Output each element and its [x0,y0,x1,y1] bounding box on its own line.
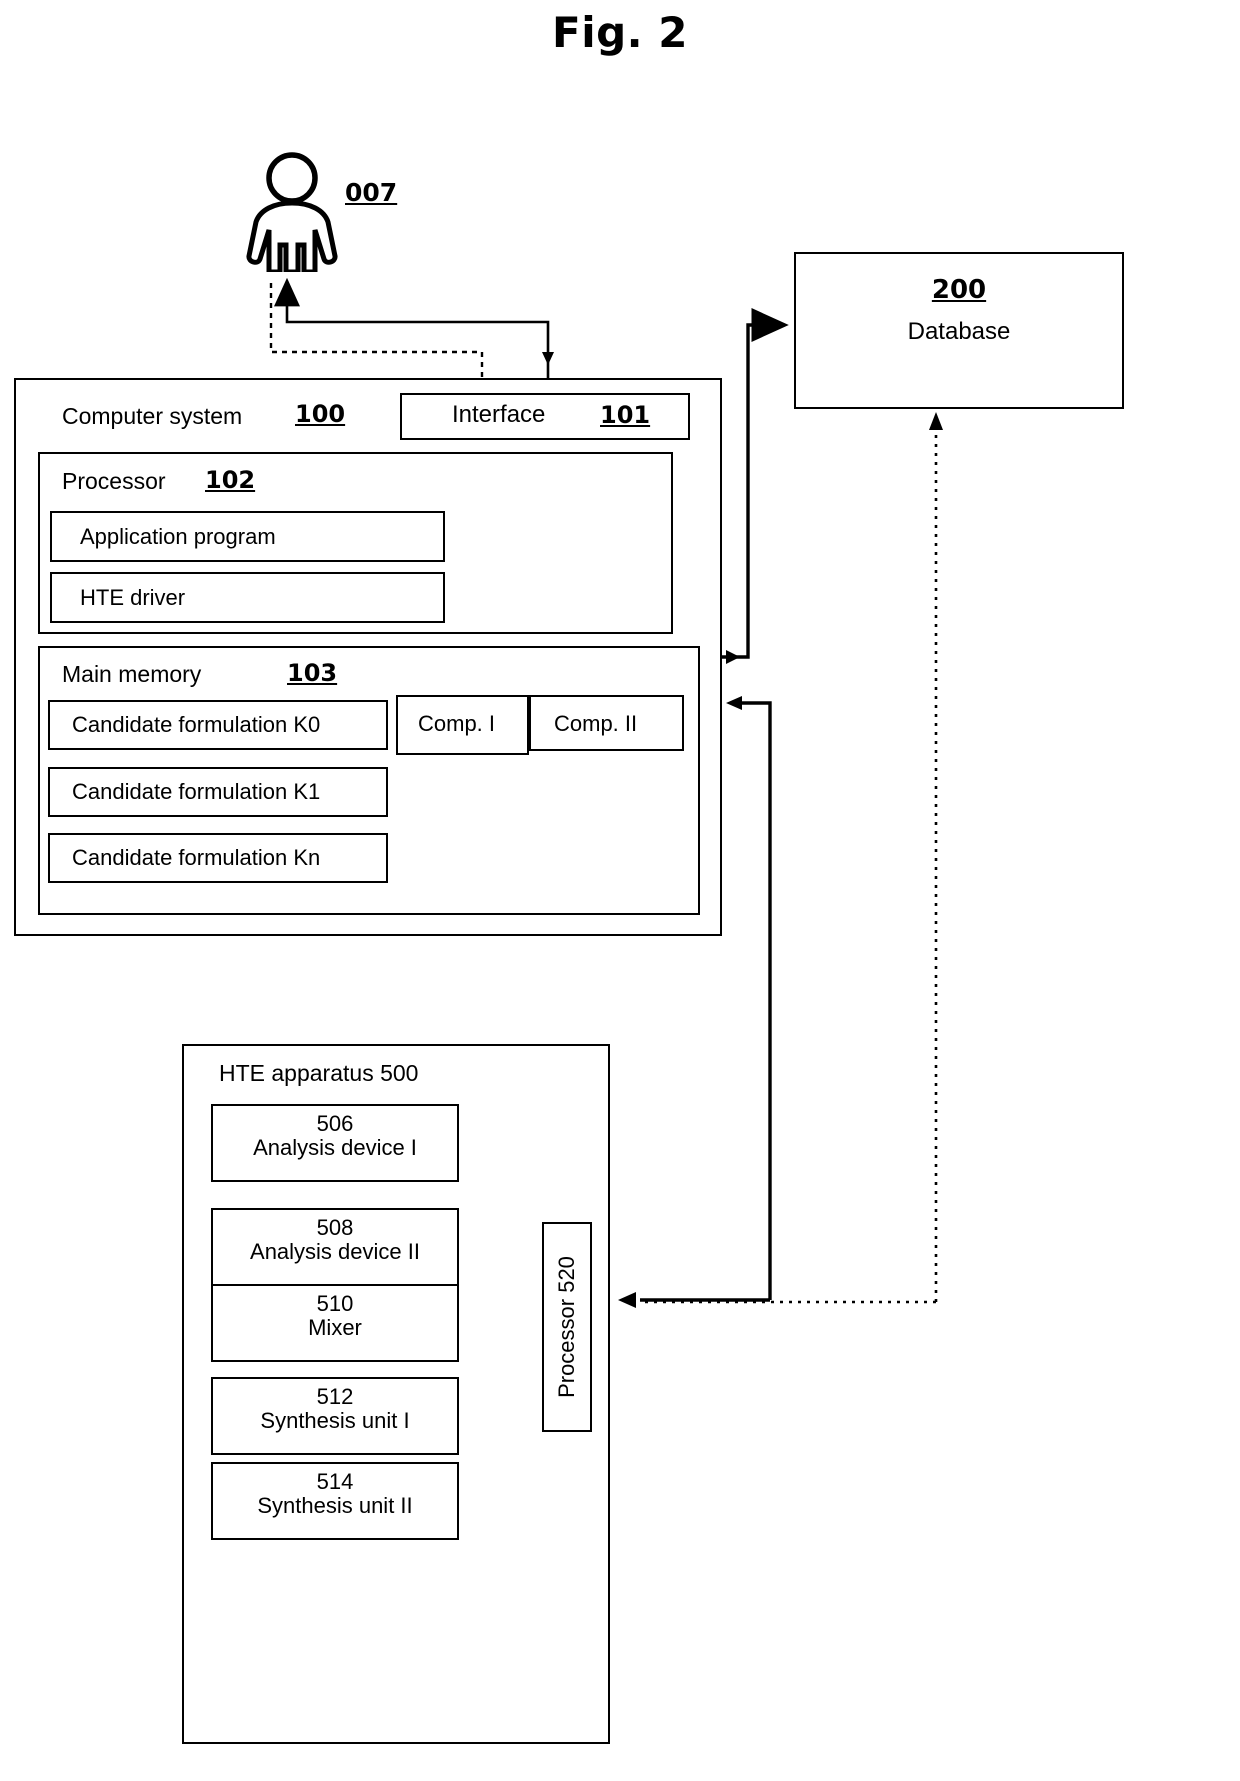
mixer-reference-number: 510 [316,1291,354,1316]
candidate-formulation-k0-label: Candidate formulation K0 [72,712,321,737]
application-program-label: Application program [80,524,276,549]
synthesis-unit-i-box[interactable]: 512 Synthesis unit I [211,1377,459,1455]
component-ii-label: Comp. II [554,711,638,736]
user-person-icon [240,152,350,275]
analysis-device-ii-box[interactable]: 508 Analysis device II [211,1208,459,1286]
figure-canvas: Fig. 2 007 Computer system 100 Interface… [0,0,1240,1781]
computer-system-title: Computer system [62,403,243,429]
synthesis-unit-i-reference-number: 512 [316,1384,354,1409]
mixer-box[interactable]: 510 Mixer [211,1284,459,1362]
analysis-device-i-label: Analysis device I [253,1135,417,1161]
analysis-device-ii-label: Analysis device II [250,1239,420,1265]
candidate-formulation-kn-label: Candidate formulation Kn [72,845,321,870]
interface-reference-number: 101 [600,401,651,429]
arrowhead-into-interface [542,352,554,365]
synthesis-unit-ii-box[interactable]: 514 Synthesis unit II [211,1462,459,1540]
connector-hte-to-system [738,701,772,1300]
interface-label: Interface [452,401,546,428]
analysis-device-i-box[interactable]: 506 Analysis device I [211,1104,459,1182]
connector-interface-to-user [274,277,550,378]
hte-processor-520-box[interactable]: Processor 520 [542,1222,592,1432]
component-i-label: Comp. I [418,711,496,736]
main-memory-title: Main memory [62,661,202,687]
hte-driver-label: HTE driver [80,585,186,610]
database-label: Database [907,318,1011,345]
synthesis-unit-ii-reference-number: 514 [316,1469,354,1494]
arrowhead-into-system-top [726,650,740,664]
connector-user-to-interface [269,283,484,378]
computer-system-reference-number: 100 [295,400,346,428]
mixer-label: Mixer [308,1315,362,1341]
synthesis-unit-ii-label: Synthesis unit II [257,1493,413,1519]
analysis-device-ii-reference-number: 508 [316,1215,354,1240]
analysis-device-i-reference-number: 506 [316,1111,354,1136]
processor-reference-number: 102 [205,466,256,494]
hte-apparatus-title: HTE apparatus 500 [219,1060,419,1086]
processor-title: Processor [62,468,166,494]
database-reference-number: 200 [931,275,987,305]
arrowhead-into-database [929,412,943,430]
arrowhead-into-main-memory [726,696,742,710]
candidate-formulation-k1-label: Candidate formulation K1 [72,779,321,804]
user-reference-number: 007 [345,178,398,207]
hte-processor-520-label: Processor 520 [554,1256,579,1398]
figure-title: Fig. 2 [552,8,688,57]
main-memory-reference-number: 103 [287,659,338,687]
synthesis-unit-i-label: Synthesis unit I [260,1408,410,1434]
connector-system-to-database [722,308,789,659]
arrowhead-into-processor520 [618,1292,636,1308]
